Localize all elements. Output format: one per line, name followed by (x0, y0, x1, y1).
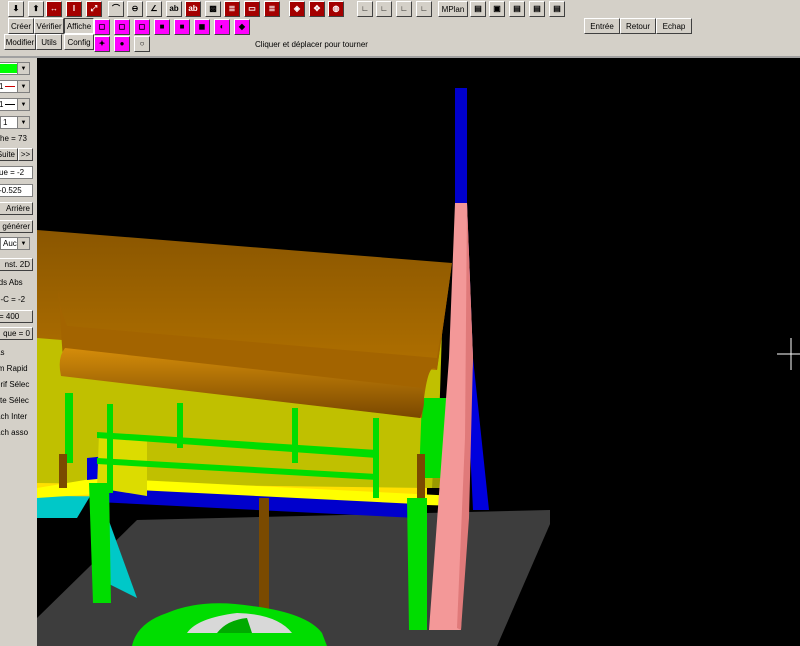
status-text: Cliquer et déplacer pour tourner (255, 40, 368, 49)
value-field[interactable]: -0.525 (0, 184, 33, 197)
echap-button[interactable]: Echap (656, 18, 692, 34)
lineweight-value: 1 (0, 100, 4, 109)
text-icon[interactable]: ab (166, 1, 182, 17)
axis-z-icon[interactable]: ∟ (416, 1, 432, 17)
cube-view-icon[interactable]: ◻ (134, 19, 150, 35)
tab-creer[interactable]: Créer (8, 18, 34, 34)
3d-viewport[interactable] (37, 58, 800, 646)
color-swatch (0, 64, 18, 73)
render-icon[interactable]: ◈ (289, 1, 305, 17)
horizontal-dimension-icon[interactable]: ↔ (46, 1, 62, 17)
mplan-button[interactable]: MPlan (438, 1, 468, 17)
regenerer-button[interactable]: générer (0, 220, 33, 233)
const-2d-button[interactable]: nst. 2D (0, 258, 33, 271)
suite-next-button[interactable]: >> (18, 148, 33, 161)
tab-config[interactable]: Config (64, 34, 94, 50)
layer-combo[interactable]: 1 ▼ (0, 116, 30, 129)
angle-icon[interactable]: ∠ (146, 1, 162, 17)
layer-edit-icon[interactable]: ▭ (244, 1, 260, 17)
arc-dimension-icon[interactable]: ⌒ (108, 1, 124, 17)
view-1-icon[interactable]: ▤ (470, 1, 486, 17)
option-liste-select[interactable]: ste Sélec (0, 394, 33, 407)
linetype-combo[interactable]: 1 ▼ (0, 80, 30, 93)
arriere-button[interactable]: Arrière (0, 202, 33, 215)
render-view-icon[interactable]: ◐ (214, 19, 230, 35)
light-source-icon[interactable]: ✦ (94, 36, 110, 52)
hatch-icon[interactable]: ▩ (205, 1, 221, 17)
linetype-value: 1 (0, 82, 4, 91)
tab-modifier[interactable]: Modifier (4, 34, 36, 50)
aucun-value: Auc (3, 239, 17, 248)
arrow-up-icon[interactable]: ⬆ (28, 1, 44, 17)
axis-xy-icon[interactable]: ∟ (357, 1, 373, 17)
suite-button[interactable]: Suite (0, 148, 18, 161)
tab-utils[interactable]: Utils (36, 34, 62, 50)
option-attach-asso[interactable]: ach asso (0, 426, 33, 439)
view-4-icon[interactable]: ▤ (529, 1, 545, 17)
chevron-down-icon: ▼ (17, 117, 29, 128)
main-toolbar: ⬇ ⬆ ↔ I ⤢ ⌒ ⊖ ∠ ab ab ▩ ≣ ▭ ≣ ◈ ✥ ◍ ∟ ∟ … (0, 0, 800, 18)
text-edit-icon[interactable]: ab (185, 1, 201, 17)
color-combo[interactable]: ▼ (0, 62, 30, 75)
view-3-icon[interactable]: ▤ (509, 1, 525, 17)
realistic-view-icon[interactable]: ◆ (234, 19, 250, 35)
chevron-down-icon: ▼ (17, 63, 29, 74)
option-attach-inter[interactable]: ach Inter (0, 410, 33, 423)
search-light-icon[interactable]: ○ (134, 36, 150, 52)
color-shaded-view-icon[interactable]: ■ (174, 19, 190, 35)
radius-icon[interactable]: ⊖ (127, 1, 143, 17)
globe-icon[interactable]: ◍ (328, 1, 344, 17)
option-as[interactable]: as (0, 346, 33, 359)
shaded-view-icon[interactable]: ■ (154, 19, 170, 35)
crosshair-cursor (777, 338, 800, 370)
layer-value: 1 (3, 118, 8, 127)
axis-iso-icon[interactable]: ∟ (396, 1, 412, 17)
value-400-button[interactable]: = 400 (0, 310, 33, 323)
lineweight-combo[interactable]: 1 ▼ (0, 98, 30, 111)
tab-affiche[interactable]: Affiche (64, 18, 94, 34)
wireframe-view-icon[interactable]: ◻ (94, 19, 110, 35)
3d-scene (37, 88, 800, 646)
chevron-down-icon: ▼ (17, 81, 29, 92)
tab-verifier[interactable]: Vérifier (34, 18, 64, 34)
arrow-down-icon[interactable]: ⬇ (8, 1, 24, 17)
list-check-icon[interactable]: ≣ (224, 1, 240, 17)
hidden-line-view-icon[interactable]: ◻ (114, 19, 130, 35)
vertical-dimension-icon[interactable]: I (66, 1, 82, 17)
que-zero-button[interactable]: que = 0 (0, 327, 33, 340)
chevron-down-icon: ▼ (17, 238, 29, 249)
diagonal-dimension-icon[interactable]: ⤢ (86, 1, 102, 17)
linetype-sample (5, 86, 16, 87)
retour-button[interactable]: Retour (620, 18, 656, 34)
view-2-icon[interactable]: ▣ (489, 1, 505, 17)
tower-upper-blue (455, 88, 467, 203)
view-5-icon[interactable]: ▤ (549, 1, 565, 17)
entree-button[interactable]: Entrée (584, 18, 620, 34)
sun-icon[interactable]: ● (114, 36, 130, 52)
que-field[interactable]: ue = -2 (0, 166, 33, 179)
hc-value: n-C = -2 (0, 295, 26, 304)
lineweight-sample (5, 104, 16, 105)
affiche-value: che = 73 (0, 134, 27, 143)
textured-view-icon[interactable]: ◼ (194, 19, 210, 35)
coords-abs-label: rds Abs (0, 278, 23, 287)
pan-icon[interactable]: ✥ (309, 1, 325, 17)
left-properties-panel: ▼ 1 ▼ 1 ▼ 1 ▼ che = 73 Suite >> ue = -2 … (0, 58, 35, 646)
option-verif-select[interactable]: érif Sélec (0, 378, 33, 391)
aucun-combo[interactable]: Auc ▼ (0, 237, 30, 250)
chevron-down-icon: ▼ (17, 99, 29, 110)
axis-xyz-icon[interactable]: ∟ (376, 1, 392, 17)
option-rapid[interactable]: lm Rapid (0, 362, 33, 375)
list-props-icon[interactable]: ≣ (264, 1, 280, 17)
